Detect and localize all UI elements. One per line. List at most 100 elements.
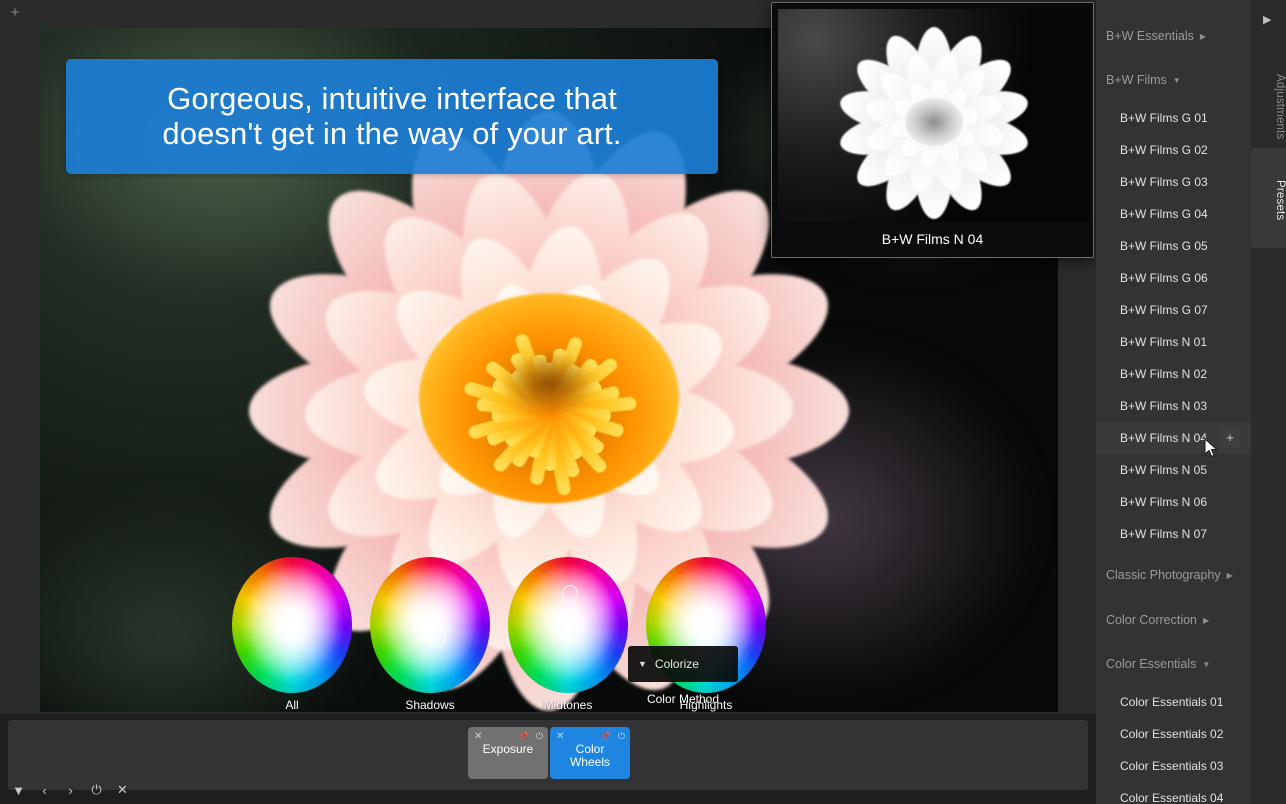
preset-item[interactable]: B+W Films G 03	[1096, 166, 1251, 198]
preset-item-label: B+W Films N 05	[1120, 463, 1207, 477]
module-cw-line2: Wheels	[570, 755, 610, 769]
preset-item-label: B+W Films N 01	[1120, 335, 1207, 349]
preset-item[interactable]: Color Essentials 01	[1096, 686, 1251, 718]
preset-group-0[interactable]: B+W Essentials ▶	[1106, 29, 1206, 43]
preset-group-label: B+W Films	[1106, 73, 1167, 87]
preset-item-label: B+W Films G 04	[1120, 207, 1208, 221]
preset-item[interactable]: B+W Films G 04	[1096, 198, 1251, 230]
chevron-left-icon[interactable]: ‹	[38, 783, 51, 798]
preset-item[interactable]: Color Essentials 04	[1096, 782, 1251, 804]
preset-item-label: B+W Films G 07	[1120, 303, 1208, 317]
module-button-exposure[interactable]: ✕ 📌 ⏻ Exposure	[468, 727, 548, 779]
triangle-right-icon[interactable]: ▶	[1227, 571, 1233, 580]
tab-presets[interactable]: Presets	[1251, 148, 1286, 248]
preset-group-label: Classic Photography	[1106, 568, 1221, 582]
power-icon[interactable]: ⏻	[90, 782, 103, 798]
module-color-wheels-label: Color Wheels	[550, 743, 630, 768]
triangle-right-icon[interactable]: ▶	[1203, 616, 1209, 625]
preset-item-label: B+W Films N 02	[1120, 367, 1207, 381]
preset-item-label: Color Essentials 04	[1120, 791, 1223, 804]
preset-group-1[interactable]: B+W Films ▼	[1106, 73, 1181, 87]
preset-item[interactable]: B+W Films N 02	[1096, 358, 1251, 390]
chevron-right-icon[interactable]: ›	[64, 783, 77, 798]
preset-item[interactable]: B+W Films N 01	[1096, 326, 1251, 358]
preset-item[interactable]: B+W Films G 07	[1096, 294, 1251, 326]
preset-group-3[interactable]: Color Correction ▶	[1106, 613, 1209, 627]
preset-item-label: B+W Films G 02	[1120, 143, 1208, 157]
preset-item[interactable]: B+W Films G 05	[1096, 230, 1251, 262]
preset-item-label: B+W Films N 03	[1120, 399, 1207, 413]
preset-group-label: Color Correction	[1106, 613, 1197, 627]
preset-group-4[interactable]: Color Essentials ▼	[1106, 657, 1210, 671]
tab-adjustments[interactable]: Adjustments	[1251, 52, 1286, 162]
power-icon[interactable]: ⏻	[536, 731, 543, 742]
close-icon[interactable]: ✕	[116, 782, 129, 798]
module-button-color-wheels[interactable]: ✕ 📌 ⏻ Color Wheels	[550, 727, 630, 779]
color-wheel-handle[interactable]	[430, 629, 446, 647]
bottom-bar	[0, 714, 1096, 804]
preset-item-label: B+W Films N 04	[1120, 431, 1207, 445]
preset-item[interactable]: B+W Films N 07	[1096, 518, 1251, 550]
color-wheel-disc[interactable]	[370, 557, 490, 693]
preset-item[interactable]: B+W Films G 01	[1096, 102, 1251, 134]
close-icon[interactable]: ✕	[474, 731, 482, 742]
app-window: + Gorgeous, intuitive interface that doe…	[0, 0, 1286, 804]
triangle-down-icon[interactable]: ▼	[1173, 76, 1181, 85]
pin-icon[interactable]: 📌	[518, 731, 529, 742]
preset-item[interactable]: B+W Films N 03	[1096, 390, 1251, 422]
color-wheel-midtones[interactable]: Midtones	[498, 557, 638, 712]
preset-group-label: Color Essentials	[1106, 657, 1196, 671]
bottom-tool-group: ▼ ‹ › ⏻ ✕	[12, 782, 129, 798]
color-wheel-label: Midtones	[498, 698, 638, 712]
preset-item[interactable]: B+W Films G 06	[1096, 262, 1251, 294]
tab-adjustments-label: Adjustments	[1274, 74, 1286, 139]
preset-group-label: B+W Essentials	[1106, 29, 1194, 43]
power-icon[interactable]: ⏻	[618, 731, 625, 742]
preset-preview-caption: B+W Films N 04	[772, 231, 1093, 247]
preset-item-label: B+W Films G 03	[1120, 175, 1208, 189]
preset-item-label: Color Essentials 03	[1120, 759, 1223, 773]
pin-icon[interactable]: 📌	[600, 731, 611, 742]
color-wheel-handle[interactable]	[562, 585, 578, 603]
color-wheel-label: All	[222, 698, 362, 712]
preset-item[interactable]: B+W Films G 02	[1096, 134, 1251, 166]
triangle-down-icon[interactable]: ▼	[12, 783, 25, 798]
plus-icon[interactable]: +	[8, 6, 22, 20]
preset-item-label: B+W Films G 06	[1120, 271, 1208, 285]
preset-item[interactable]: B+W Films N 05	[1096, 454, 1251, 486]
module-strip	[8, 720, 1088, 790]
color-wheel-handle[interactable]	[280, 621, 296, 639]
color-wheel-handle[interactable]	[692, 619, 708, 637]
color-wheel-disc[interactable]	[232, 557, 352, 693]
color-wheels-group: AllShadowsMidtonesHighlights	[222, 562, 902, 712]
triangle-right-icon[interactable]: ▶	[1200, 32, 1206, 41]
caret-down-icon: ▼	[638, 659, 647, 669]
color-wheel-all[interactable]: All	[222, 557, 362, 712]
promo-banner: Gorgeous, intuitive interface that doesn…	[66, 59, 718, 174]
plus-icon[interactable]: +	[1220, 428, 1240, 448]
color-wheel-disc[interactable]	[508, 557, 628, 693]
preset-item-label: B+W Films G 05	[1120, 239, 1208, 253]
preset-item[interactable]: Color Essentials 02	[1096, 718, 1251, 750]
promo-banner-text: Gorgeous, intuitive interface that doesn…	[162, 82, 621, 151]
module-exposure-label: Exposure	[468, 743, 548, 756]
color-method-dropdown[interactable]: ▼ Colorize	[628, 646, 738, 682]
color-wheel-highlights[interactable]: Highlights	[636, 557, 776, 712]
preset-group-2[interactable]: Classic Photography ▶	[1106, 568, 1233, 582]
flower-core-shadow	[501, 351, 597, 417]
preset-preview-popup: B+W Films N 04	[771, 2, 1094, 258]
preset-item[interactable]: B+W Films N 06	[1096, 486, 1251, 518]
bw-flower-core	[905, 99, 963, 147]
preset-item-label: Color Essentials 01	[1120, 695, 1223, 709]
triangle-down-icon[interactable]: ▼	[1202, 660, 1210, 669]
preset-item[interactable]: B+W Films N 04 +	[1096, 422, 1251, 454]
preset-item-label: B+W Films N 07	[1120, 527, 1207, 541]
triangle-right-icon[interactable]: ▶	[1263, 13, 1271, 26]
right-tab-rail: ▶ Adjustments Presets	[1251, 0, 1286, 804]
close-icon[interactable]: ✕	[556, 731, 564, 742]
editor-area: + Gorgeous, intuitive interface that doe…	[0, 0, 1096, 714]
preset-item[interactable]: Color Essentials 03	[1096, 750, 1251, 782]
promo-line-1: Gorgeous, intuitive interface that	[167, 81, 617, 116]
color-wheel-shadows[interactable]: Shadows	[360, 557, 500, 712]
presets-panel[interactable]: B+W Essentials ▶ B+W Films ▼ B+W Films G 01 B…	[1096, 0, 1251, 804]
